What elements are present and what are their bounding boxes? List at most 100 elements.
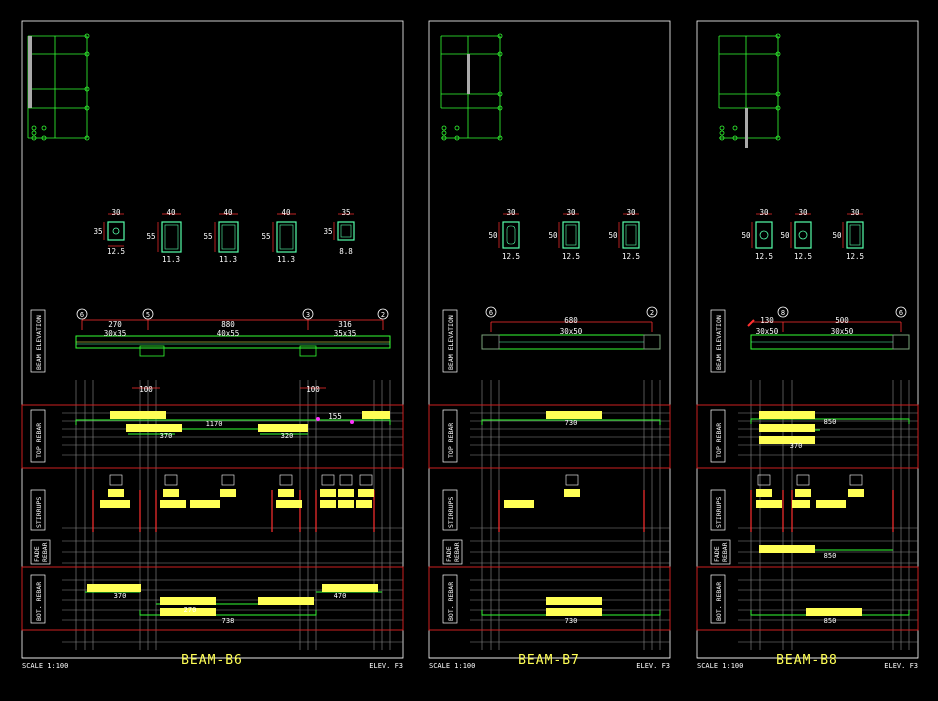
- top-dim: 155: [328, 412, 342, 421]
- section-bottom: 12.5: [622, 252, 640, 261]
- row-label-top-rebar: TOP REBAR: [35, 423, 43, 458]
- section-b8-3: 30 50 12.5: [832, 208, 864, 261]
- footer-b6: SCALE 1:100 BEAM-B6 ELEV. F3: [22, 653, 403, 670]
- section-b6-2: 40 55 11.3: [146, 208, 182, 264]
- section-bottom: 11.3: [219, 255, 237, 264]
- section-b6-3: 40 55 11.3: [203, 208, 239, 264]
- key-plan-b6: [27, 33, 90, 141]
- row-labels-b6: BEAM ELEVATION TOP REBAR STIRRUPS FADE R…: [30, 309, 51, 624]
- span-length: 680: [564, 316, 578, 325]
- row-label-bot-rebar: BOT. REBAR: [715, 582, 723, 621]
- section-height: 50: [488, 231, 498, 240]
- section-width: 40: [281, 208, 291, 217]
- key-plan-b7: [440, 33, 503, 141]
- row-label-stirrups: STIRRUPS: [447, 497, 455, 528]
- row-label-top-rebar: TOP REBAR: [715, 423, 723, 458]
- row-label-stirrups: STIRRUPS: [35, 497, 43, 528]
- stirrups-b6: [92, 474, 375, 532]
- section-width: 30: [626, 208, 636, 217]
- span-length: 500: [835, 316, 849, 325]
- top-rebar-length: 850: [824, 418, 837, 426]
- axis-label: 8: [781, 309, 785, 317]
- section-width: 30: [111, 208, 121, 217]
- section-b6-1: 30 35 12.5: [93, 208, 125, 256]
- fade-rebar-b8: 850: [759, 545, 893, 560]
- bot-rebar-length: 370: [114, 592, 127, 600]
- bot-rebar-length: 270: [184, 606, 197, 614]
- span-size: 40x55: [217, 329, 240, 338]
- section-height: 50: [832, 231, 842, 240]
- section-bottom: 12.5: [755, 252, 773, 261]
- section-bottom: 11.3: [277, 255, 295, 264]
- axis-label: 2: [381, 311, 385, 319]
- span-size: 35x35: [334, 329, 357, 338]
- top-rebar-length: 320: [281, 432, 294, 440]
- top-rebar-b6: 100 100 1170 370 320 155: [75, 385, 391, 440]
- beam-title: BEAM-B6: [181, 653, 243, 668]
- beam-title: BEAM-B8: [776, 653, 838, 668]
- section-b7-1: 30 50 12.5: [488, 208, 520, 261]
- row-label-top-rebar: TOP REBAR: [447, 423, 455, 458]
- axis-label: 6: [80, 311, 84, 319]
- beam-elevation-b8: 8 6 130 500 30x50 30x50: [747, 306, 910, 350]
- bot-rebar-b8: 850: [750, 608, 910, 625]
- panel-frame-b7: [428, 20, 671, 659]
- bot-rebar-length: 738: [222, 617, 235, 625]
- row-label-fade-2: REBAR: [41, 542, 49, 562]
- top-rebar-b7: 730: [481, 411, 661, 427]
- section-bottom: 12.5: [107, 247, 125, 256]
- elevation-text: ELEV. F3: [884, 662, 918, 670]
- beam-detail-drawing: 30 35 12.5 40 55 11.3 40 55 11.3 40 55 1…: [21, 20, 919, 670]
- section-bottom: 11.3: [162, 255, 180, 264]
- footer-b8: SCALE 1:100 BEAM-B8 ELEV. F3: [697, 653, 918, 670]
- section-bottom: 8.8: [339, 247, 353, 256]
- row-labels-b7: BEAM ELEVATION TOP REBAR STIRRUPS FADE R…: [442, 309, 463, 624]
- cad-drawing-canvas[interactable]: 30 35 12.5 40 55 11.3 40 55 11.3 40 55 1…: [0, 0, 938, 697]
- section-height: 55: [146, 232, 155, 241]
- row-label-bot-rebar: BOT. REBAR: [35, 582, 43, 621]
- section-b8-2: 30 50 12.5: [780, 208, 812, 261]
- section-width: 30: [759, 208, 769, 217]
- top-rebar-length: 370: [160, 432, 173, 440]
- row-label-beam-elevation: BEAM ELEVATION: [715, 315, 723, 370]
- axis-label: 6: [899, 309, 903, 317]
- bot-rebar-length: 850: [824, 617, 837, 625]
- span-length: 316: [338, 320, 352, 329]
- section-b6-5: 35 35 8.8: [323, 208, 355, 256]
- section-b6-4: 40 55 11.3: [261, 208, 297, 264]
- section-width: 30: [850, 208, 860, 217]
- span-length: 270: [108, 320, 122, 329]
- row-label-fade-1: FADE: [33, 546, 41, 562]
- stirrups-b7: [498, 474, 645, 532]
- scale-text: SCALE 1:100: [697, 662, 743, 670]
- section-height: 55: [261, 232, 270, 241]
- top-rebar-length: 730: [565, 419, 578, 427]
- section-b7-3: 30 50 12.5: [608, 208, 640, 261]
- span-length: 880: [221, 320, 235, 329]
- row-labels-b8: BEAM ELEVATION TOP REBAR STIRRUPS FADE R…: [710, 309, 731, 624]
- section-width: 30: [798, 208, 808, 217]
- section-height: 50: [548, 231, 558, 240]
- row-label-beam-elevation: BEAM ELEVATION: [35, 315, 43, 370]
- axis-label: 3: [306, 311, 310, 319]
- section-width: 30: [506, 208, 516, 217]
- key-plan-b8: [718, 33, 781, 148]
- stirrups-b8: [750, 474, 894, 532]
- row-label-fade-1: FADE: [713, 546, 721, 562]
- panel-frame-b6: [21, 20, 404, 659]
- section-height: 50: [741, 231, 751, 240]
- axis-label: 6: [489, 309, 493, 317]
- bot-rebar-b7: 730: [481, 597, 661, 625]
- beam-elevation-b7: 6 2 680 30x50: [481, 306, 661, 350]
- row-label-fade-2: REBAR: [453, 542, 461, 562]
- section-bottom: 12.5: [562, 252, 580, 261]
- fade-rebar-length: 850: [824, 552, 837, 560]
- section-b7-2: 30 50 12.5: [548, 208, 580, 261]
- beam-title: BEAM-B7: [518, 653, 580, 668]
- elevation-text: ELEV. F3: [636, 662, 670, 670]
- section-bottom: 12.5: [794, 252, 812, 261]
- section-b8-1: 30 50 12.5: [741, 208, 773, 261]
- row-label-stirrups: STIRRUPS: [715, 497, 723, 528]
- elevation-text: ELEV. F3: [369, 662, 403, 670]
- span-size: 30x50: [831, 327, 854, 336]
